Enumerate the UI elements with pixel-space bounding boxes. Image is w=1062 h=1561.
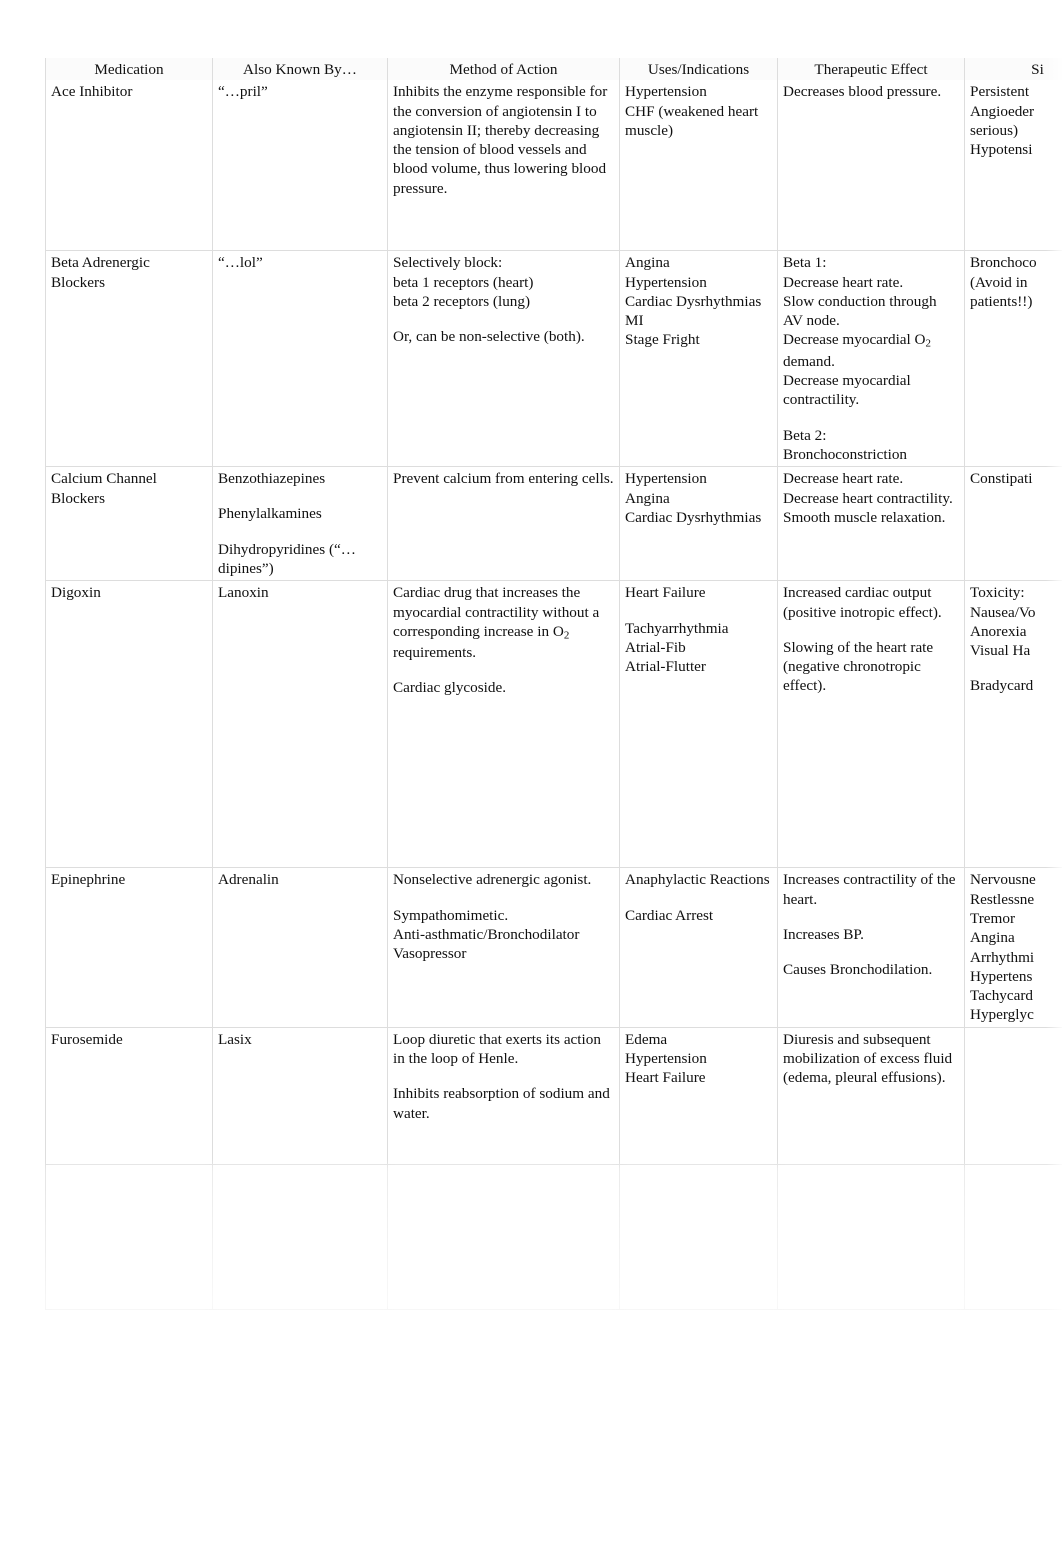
cell-therapeutic-effect: Increased cardiac output (positive inotr… [777,580,965,869]
cell-therapeutic-effect: Decreases blood pressure. [777,80,965,252]
table-row: Digoxin Lanoxin Cardiac drug that increa… [45,580,1062,869]
cell-also-known-by: Lasix [212,1027,388,1165]
cell-also-known-by [212,1164,388,1310]
cell-therapeutic-effect: Diuresis and subsequent mobilization of … [777,1027,965,1165]
cell-method-of-action: Cardiac drug that increases the myocardi… [387,580,620,869]
table-header-row: Medication Also Known By… Method of Acti… [45,58,1062,81]
cell-medication [45,1164,213,1310]
cell-therapeutic-effect: Decrease heart rate. Decrease heart contr… [777,466,965,582]
cell-side-effects [964,1164,1062,1310]
cell-therapeutic-effect: Beta 1: Decrease heart rate. Slow conducti… [777,250,965,468]
cell-therapeutic-effect [777,1164,965,1310]
cell-side-effects: Toxicity: Nausea/Vo Anorexia Visual Ha Brady… [964,580,1062,869]
cell-side-effects: Constipati [964,466,1062,582]
column-header-therapeutic-effect: Therapeutic Effect [777,58,965,81]
cell-also-known-by: Lanoxin [212,580,388,869]
cell-side-effects [964,1027,1062,1165]
cell-method-of-action: Loop diuretic that exerts its action in … [387,1027,620,1165]
cell-also-known-by: Benzothiazepines Phenylalkamines Dihydropy… [212,466,388,582]
cell-medication: Ace Inhibitor [45,80,213,252]
column-header-side-effects: Si [964,58,1062,81]
cell-method-of-action: Selectively block: beta 1 receptors (hear… [387,250,620,468]
cell-medication: Calcium Channel Blockers [45,466,213,582]
table-row: Ace Inhibitor “…pril” Inhibits the enzym… [45,80,1062,252]
cell-medication: Furosemide [45,1027,213,1165]
column-header-also-known-by: Also Known By… [212,58,388,81]
cell-side-effects: Bronchoco (Avoid in patients!!) [964,250,1062,468]
cell-therapeutic-effect: Increases contractility of the heart. Inc… [777,867,965,1028]
table-row: Calcium Channel Blockers Benzothiazepine… [45,466,1062,582]
cell-uses-indications [619,1164,778,1310]
cell-also-known-by: “…lol” [212,250,388,468]
cell-uses-indications: Angina Hypertension Cardiac Dysrhythmias MI… [619,250,778,468]
table-row: Epinephrine Adrenalin Nonselective adren… [45,867,1062,1028]
column-header-medication: Medication [45,58,213,81]
cell-uses-indications: Heart Failure Tachyarrhythmia Atrial-Fib At… [619,580,778,869]
cell-uses-indications: Hypertension Angina Cardiac Dysrhythmias [619,466,778,582]
cell-method-of-action: Nonselective adrenergic agonist. Sympatho… [387,867,620,1028]
table-row: Beta Adrenergic Blockers “…lol” Selectiv… [45,250,1062,468]
cell-also-known-by: “…pril” [212,80,388,252]
table-row: Furosemide Lasix Loop diuretic that exer… [45,1027,1062,1165]
cell-side-effects: Persistent Angioeder serious) Hypotensi [964,80,1062,252]
cell-method-of-action [387,1164,620,1310]
cell-uses-indications: Hypertension CHF (weakened heart muscle) [619,80,778,252]
cell-medication: Epinephrine [45,867,213,1028]
cell-medication: Beta Adrenergic Blockers [45,250,213,468]
cell-method-of-action: Prevent calcium from entering cells. [387,466,620,582]
column-header-method-of-action: Method of Action [387,58,620,81]
document-page: Medication Also Known By… Method of Acti… [0,0,1062,1561]
cell-uses-indications: Edema Hypertension Heart Failure [619,1027,778,1165]
table-body: Ace Inhibitor “…pril” Inhibits the enzym… [45,80,1062,1310]
cell-method-of-action: Inhibits the enzyme responsible for the … [387,80,620,252]
column-header-uses-indications: Uses/Indications [619,58,778,81]
cell-medication: Digoxin [45,580,213,869]
cell-side-effects: Nervousne Restlessne Tremor Angina Arrhythmi… [964,867,1062,1028]
medication-reference-table: Medication Also Known By… Method of Acti… [45,58,1062,1310]
cell-also-known-by: Adrenalin [212,867,388,1028]
table-row [45,1164,1062,1310]
cell-uses-indications: Anaphylactic Reactions Cardiac Arrest [619,867,778,1028]
